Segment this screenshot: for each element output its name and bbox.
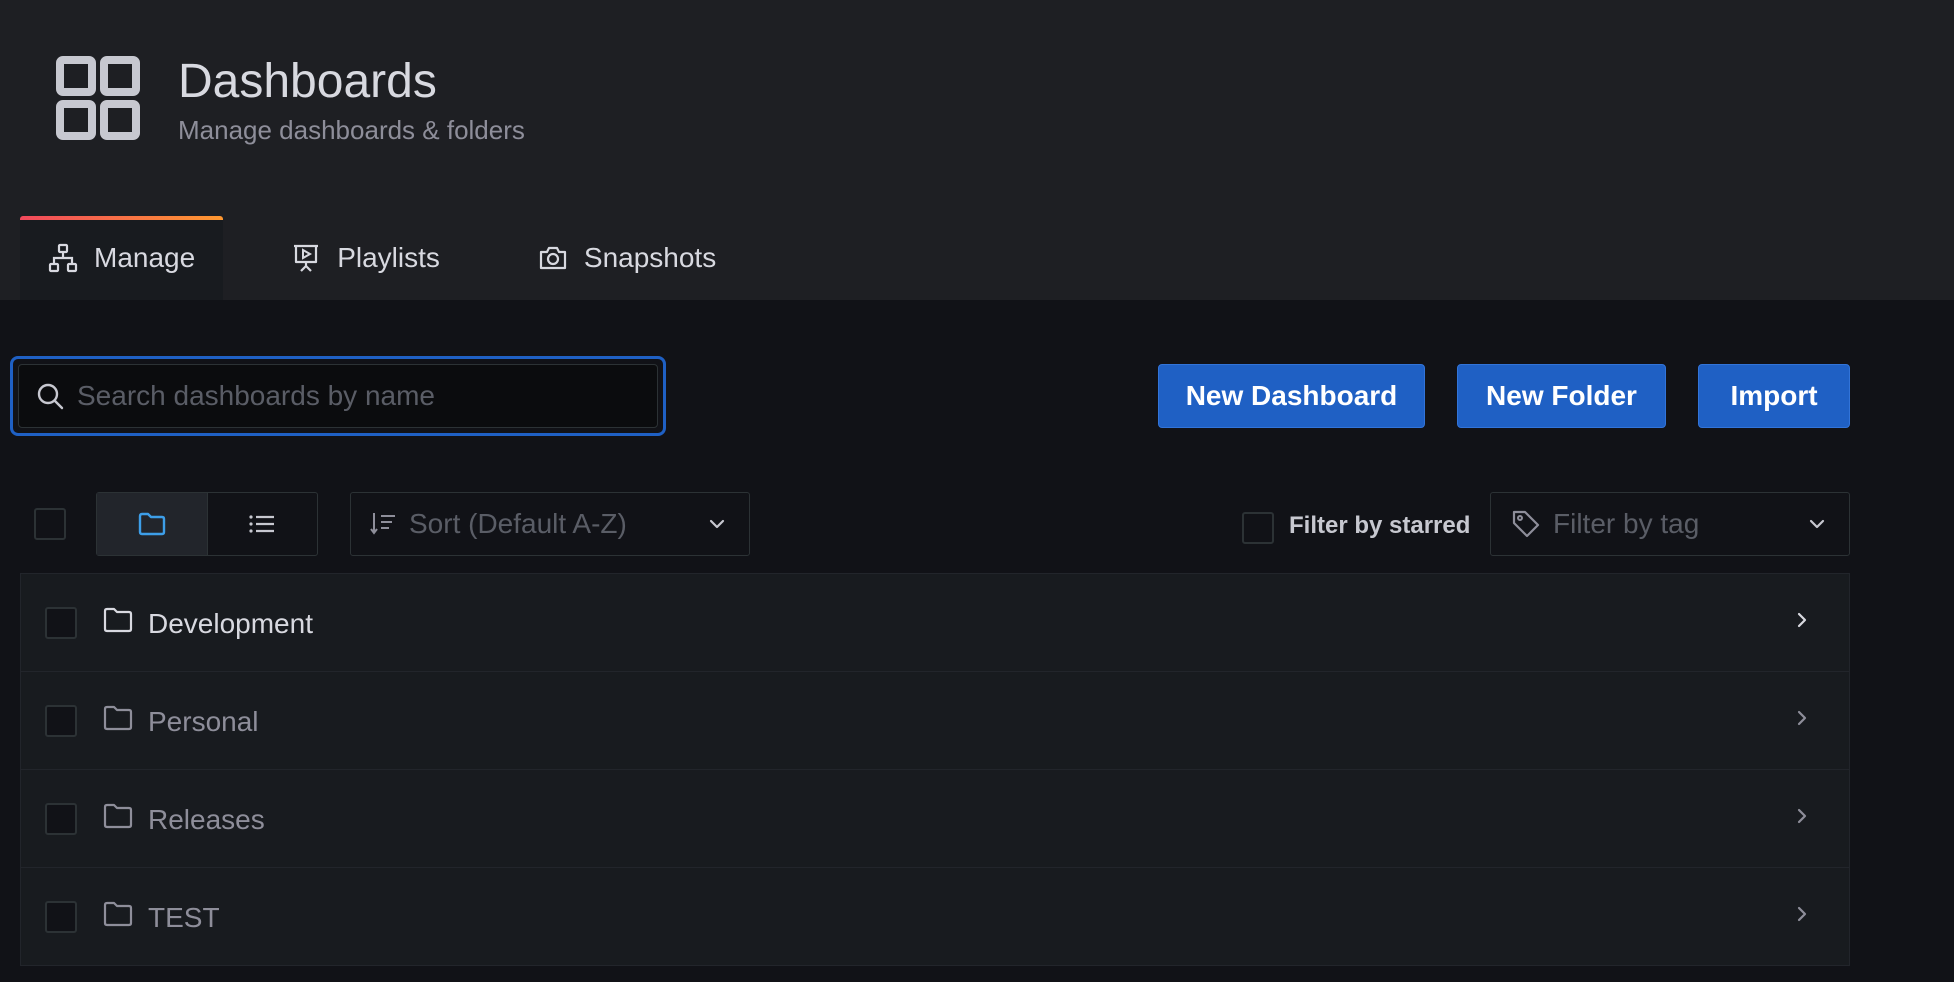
list-view-button[interactable] [208, 493, 318, 555]
row-checkbox[interactable] [45, 803, 77, 835]
folder-name: TEST [148, 902, 220, 933]
folder-row-releases[interactable]: Releases [20, 770, 1850, 868]
search-box[interactable] [18, 364, 658, 428]
new-folder-button[interactable]: New Folder [1457, 364, 1666, 428]
folder-row-personal[interactable]: Personal [20, 672, 1850, 770]
chevron-right-icon [1797, 808, 1807, 824]
sitemap-icon [48, 243, 78, 273]
select-all-checkbox[interactable] [34, 508, 66, 540]
chevron-right-icon [1797, 906, 1807, 922]
folder-icon [103, 607, 133, 633]
view-mode-toggle [96, 492, 318, 556]
row-checkbox[interactable] [45, 705, 77, 737]
import-button[interactable]: Import [1698, 364, 1850, 428]
presentation-play-icon [294, 244, 319, 272]
folder-name: Releases [148, 804, 265, 835]
new-dashboard-button[interactable]: New Dashboard [1158, 364, 1425, 428]
search-focus-ring [10, 356, 666, 436]
folder-icon [103, 705, 133, 731]
tab-manage[interactable]: Manage [20, 216, 224, 300]
tab-bar: Manage Playlists Snapshots [20, 216, 744, 300]
folder-icon [103, 901, 133, 927]
page-subtitle: Manage dashboards & folders [178, 115, 525, 145]
search-input[interactable] [75, 379, 635, 413]
row-checkbox[interactable] [45, 901, 77, 933]
row-checkbox[interactable] [45, 607, 77, 639]
page-header: Dashboards Manage dashboards & folders M… [0, 0, 1954, 300]
dashboards-grid-icon [56, 56, 140, 140]
folder-view-button[interactable] [97, 493, 208, 555]
tab-label: Playlists [337, 242, 440, 273]
chevron-down-icon [1809, 519, 1825, 529]
filter-starred-checkbox[interactable] [1242, 512, 1274, 544]
folder-name: Personal [148, 706, 259, 737]
filter-starred-label[interactable]: Filter by starred [1289, 512, 1470, 540]
sort-select[interactable]: Sort (Default A-Z) [350, 492, 750, 556]
search-icon [37, 383, 64, 410]
chevron-right-icon [1797, 612, 1807, 628]
folder-list: Development Personal Releases TEST [20, 573, 1850, 966]
chevron-right-icon [1797, 710, 1807, 726]
tab-label: Manage [94, 242, 196, 273]
folder-row-test[interactable]: TEST [20, 868, 1850, 966]
tab-snapshots[interactable]: Snapshots [510, 216, 744, 300]
folder-row-development[interactable]: Development [20, 574, 1850, 672]
folder-icon [103, 803, 133, 829]
tag-filter-placeholder: Filter by tag [1553, 508, 1700, 539]
sort-placeholder: Sort (Default A-Z) [409, 508, 627, 539]
tab-playlists[interactable]: Playlists [263, 216, 468, 300]
tag-icon [1512, 510, 1540, 538]
sort-amount-down-icon [370, 513, 395, 535]
page-title: Dashboards [178, 55, 437, 108]
camera-icon [539, 246, 566, 270]
list-icon [249, 515, 275, 533]
tab-label: Snapshots [583, 242, 717, 273]
folder-icon [138, 512, 165, 536]
folder-name: Development [148, 608, 313, 639]
chevron-down-icon [709, 519, 725, 529]
tag-filter-select[interactable]: Filter by tag [1490, 492, 1850, 556]
